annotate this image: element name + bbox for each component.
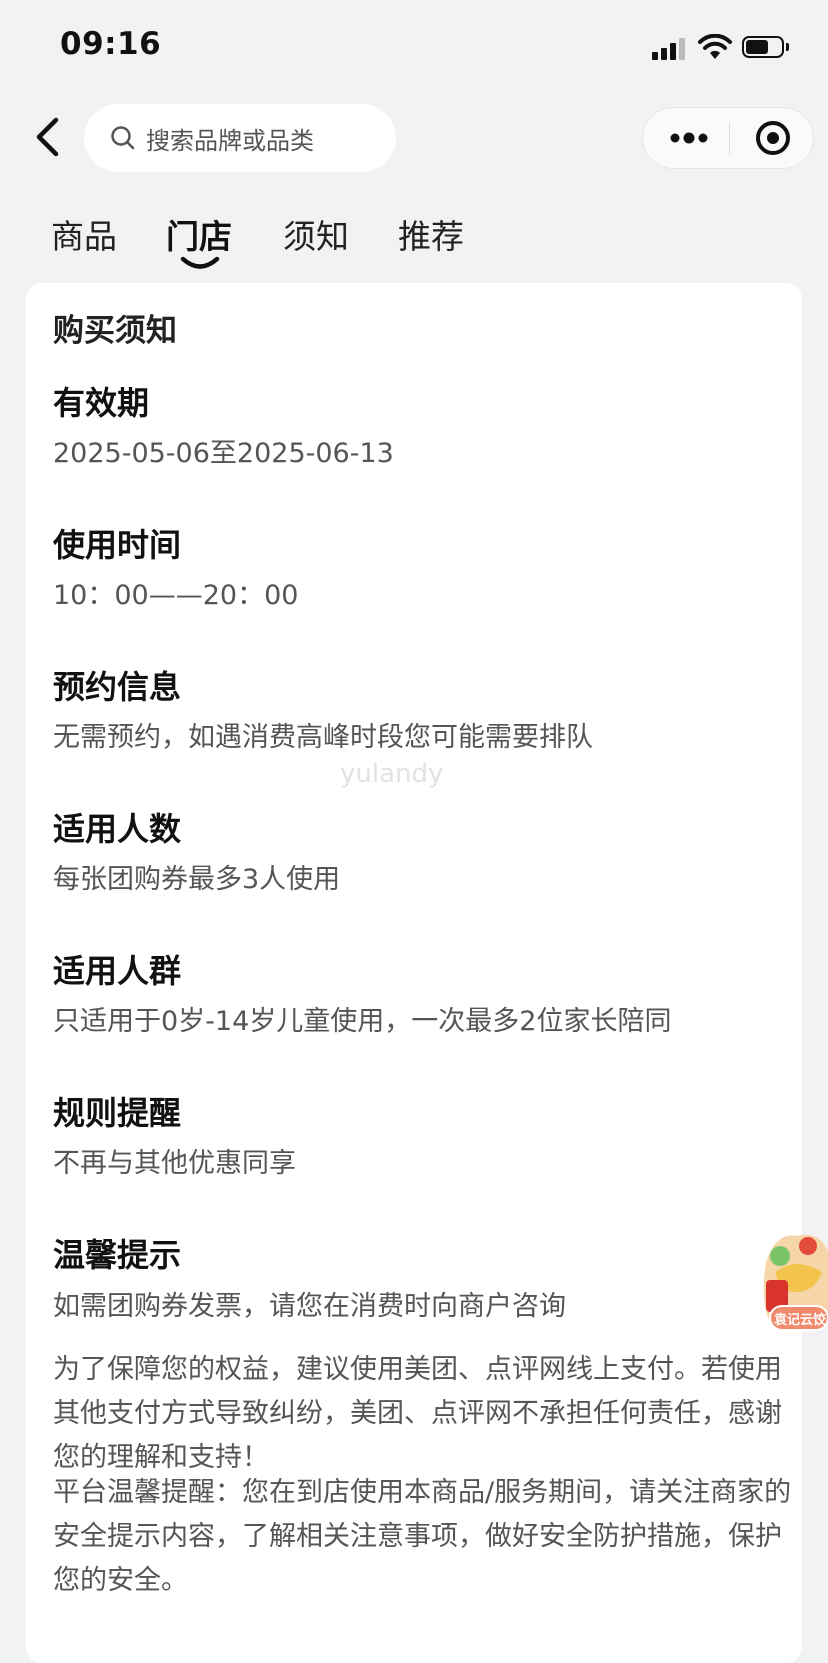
mini-program-capsule: [642, 107, 814, 169]
section-title-usage-time: 使用时间: [53, 526, 182, 564]
back-button[interactable]: [22, 112, 72, 162]
active-tab-indicator: [180, 256, 220, 269]
section-text-tips-payment: 为了保障您的权益，建议使用美团、点评网线上支付。若使用其他支付方式导致纠纷，美团…: [53, 1354, 782, 1473]
search-placeholder: 搜索品牌或品类: [146, 126, 314, 155]
card-title: 购买须知: [53, 313, 177, 349]
section-text-tips-invoice: 如需团购券发票，请您在消费时向商户咨询: [53, 1291, 566, 1322]
tab-recommend[interactable]: 推荐: [398, 210, 464, 258]
section-title-party-size: 适用人数: [53, 810, 182, 848]
status-bar: 09:16: [0, 0, 828, 92]
capsule-divider: [729, 123, 730, 155]
cellular-signal-icon: [652, 38, 690, 60]
section-text-party-size: 每张团购券最多3人使用: [53, 864, 341, 895]
section-title-audience: 适用人群: [53, 952, 182, 990]
battery-icon: [742, 36, 790, 60]
search-input[interactable]: 搜索品牌或品类: [84, 104, 396, 172]
watermark: yulandy: [340, 759, 444, 789]
purchase-notice-card: 购买须知 有效期 2025-05-06至2025-06-13 使用时间 10：0…: [26, 283, 802, 1663]
section-text-audience: 只适用于0岁-14岁儿童使用，一次最多2位家长陪同: [53, 1006, 672, 1037]
section-title-rules: 规则提醒: [53, 1094, 182, 1132]
promo-badge-label: 袁记云饺: [774, 1313, 827, 1327]
section-text-validity: 2025-05-06至2025-06-13: [53, 438, 394, 469]
section-text-tips-safety: 平台温馨提醒：您在到店使用本商品/服务期间，请关注商家的安全提示内容，了解相关注…: [53, 1477, 792, 1596]
status-time: 09:16: [60, 26, 162, 62]
floating-promo-badge[interactable]: 袁记云饺: [756, 1222, 828, 1340]
tab-bar: 商品 门店 须知 推荐: [0, 210, 828, 270]
chevron-left-icon: [36, 117, 59, 157]
target-close-icon: [756, 121, 790, 155]
tab-notice[interactable]: 须知: [283, 210, 349, 258]
section-text-rules: 不再与其他优惠同享: [53, 1148, 296, 1179]
section-title-tips: 温馨提示: [53, 1236, 182, 1274]
section-title-reservation: 预约信息: [53, 668, 182, 706]
section-text-reservation: 无需预约，如遇消费高峰时段您可能需要排队: [53, 722, 593, 753]
search-icon: [111, 126, 135, 150]
wifi-icon: [698, 33, 732, 60]
close-button[interactable]: [743, 108, 803, 168]
tab-stores[interactable]: 门店: [166, 210, 232, 258]
more-dots-icon: [670, 132, 708, 144]
more-button[interactable]: [665, 108, 713, 168]
section-text-usage-time: 10：00——20：00: [53, 580, 299, 611]
section-title-validity: 有效期: [53, 384, 150, 422]
tab-products[interactable]: 商品: [51, 210, 117, 258]
